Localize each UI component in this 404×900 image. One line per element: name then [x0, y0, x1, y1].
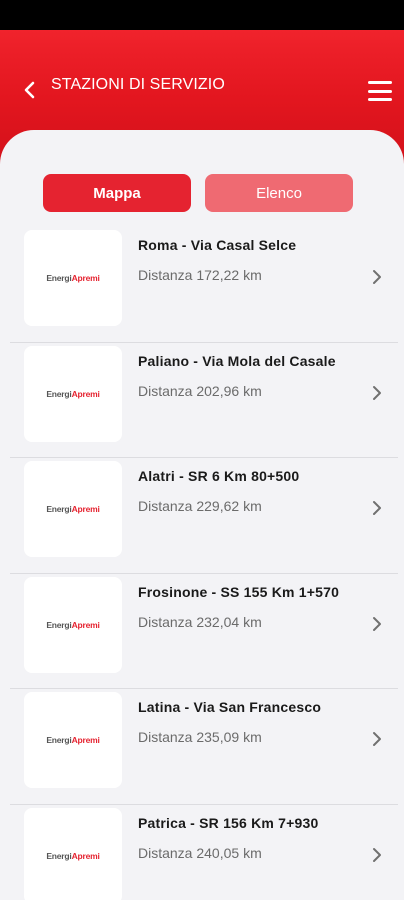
- station-row[interactable]: EnergiApremi Patrica - SR 156 Km 7+930 Dis…: [10, 805, 398, 900]
- station-logo-thumbnail: EnergiApremi: [24, 576, 122, 673]
- chevron-right-icon: [373, 501, 381, 516]
- chevron-right-icon: [373, 732, 381, 747]
- back-button[interactable]: [18, 78, 42, 102]
- station-logo-thumbnail: EnergiApremi: [24, 230, 122, 326]
- energiapremi-logo: EnergiApremi: [46, 388, 100, 399]
- energiapremi-logo: EnergiApremi: [46, 735, 100, 746]
- menu-button[interactable]: [368, 81, 392, 101]
- page-title: STAZIONI DI SERVIZIO: [51, 76, 225, 93]
- station-distance: Distanza 172,22 km: [138, 267, 262, 283]
- station-logo-thumbnail: EnergiApremi: [24, 692, 122, 789]
- station-name: Latina - Via San Francesco: [138, 699, 322, 716]
- station-distance: Distanza 202,96 km: [138, 382, 262, 399]
- chevron-left-icon: [24, 81, 35, 99]
- station-distance: Distanza 229,62 km: [138, 498, 262, 515]
- station-logo-thumbnail: EnergiApremi: [24, 807, 122, 900]
- station-name: Alatri - SR 6 Km 80+500: [138, 468, 300, 485]
- station-name: Paliano - Via Mola del Casale: [138, 352, 336, 369]
- station-logo-thumbnail: EnergiApremi: [24, 345, 122, 442]
- list-tab-button[interactable]: Elenco: [205, 174, 353, 212]
- station-name: Patrica - SR 156 Km 7+930: [138, 814, 319, 831]
- energiapremi-logo: EnergiApremi: [46, 619, 100, 630]
- station-logo-thumbnail: EnergiApremi: [24, 461, 122, 558]
- station-row[interactable]: EnergiApremi Paliano - Via Mola del Casal…: [10, 343, 398, 459]
- energiapremi-logo: EnergiApremi: [46, 504, 100, 515]
- map-tab-button[interactable]: Mappa: [43, 174, 191, 212]
- chevron-right-icon: [373, 847, 381, 862]
- station-name: Roma - Via Casal Selce: [138, 237, 297, 253]
- station-distance: Distanza 232,04 km: [138, 613, 262, 630]
- energiapremi-logo: EnergiApremi: [46, 850, 100, 861]
- station-distance: Distanza 235,09 km: [138, 729, 262, 746]
- station-row[interactable]: EnergiApremi Alatri - SR 6 Km 80+500 Dista…: [10, 458, 398, 574]
- chevron-right-icon: [373, 616, 381, 631]
- stations-list: EnergiApremi Roma - Via Casal Selce Distan…: [10, 227, 398, 900]
- energiapremi-logo: EnergiApremi: [46, 273, 100, 283]
- chevron-right-icon: [373, 270, 381, 284]
- station-row[interactable]: EnergiApremi Latina - Via San Francesco Di…: [10, 689, 398, 805]
- station-name: Frosinone - SS 155 Km 1+570: [138, 583, 340, 600]
- chevron-right-icon: [373, 385, 381, 400]
- station-distance: Distanza 240,05 km: [138, 844, 262, 861]
- hamburger-menu-icon: [368, 81, 392, 84]
- station-row[interactable]: EnergiApremi Roma - Via Casal Selce Distan…: [10, 227, 398, 343]
- status-bar: [0, 0, 404, 30]
- station-row[interactable]: EnergiApremi Frosinone - SS 155 Km 1+570 D…: [10, 574, 398, 690]
